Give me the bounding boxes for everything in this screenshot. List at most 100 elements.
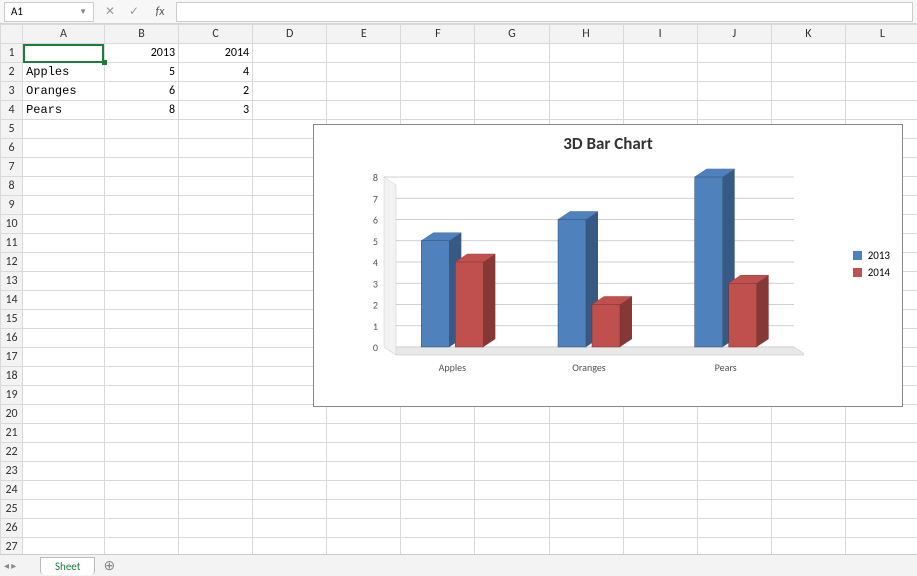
cell[interactable] <box>475 481 549 500</box>
cell[interactable] <box>845 481 917 500</box>
row-header[interactable]: 25 <box>1 500 23 519</box>
cell[interactable] <box>104 481 178 500</box>
sheet-tab[interactable]: Sheet <box>40 557 95 575</box>
cell[interactable] <box>179 405 253 424</box>
cell[interactable] <box>104 291 178 310</box>
cell[interactable] <box>104 215 178 234</box>
cell[interactable] <box>549 519 623 538</box>
cell[interactable] <box>104 386 178 405</box>
cell[interactable] <box>475 424 549 443</box>
cell[interactable] <box>697 538 771 555</box>
cell[interactable] <box>845 424 917 443</box>
column-header[interactable]: L <box>845 25 917 44</box>
cell[interactable]: 8 <box>104 101 178 120</box>
cell[interactable] <box>771 538 845 555</box>
cell[interactable] <box>179 120 253 139</box>
cell[interactable] <box>23 158 105 177</box>
cell[interactable] <box>401 63 475 82</box>
cell[interactable] <box>23 234 105 253</box>
column-header[interactable]: I <box>623 25 697 44</box>
cell[interactable] <box>845 538 917 555</box>
cell[interactable] <box>23 253 105 272</box>
row-header[interactable]: 8 <box>1 177 23 196</box>
row-header[interactable]: 19 <box>1 386 23 405</box>
cell[interactable] <box>327 101 401 120</box>
cell[interactable] <box>179 272 253 291</box>
cell[interactable] <box>401 538 475 555</box>
column-header[interactable]: K <box>771 25 845 44</box>
accept-icon[interactable]: ✓ <box>122 4 146 19</box>
cell[interactable] <box>104 120 178 139</box>
cell[interactable] <box>623 538 697 555</box>
cell[interactable] <box>179 329 253 348</box>
cell[interactable] <box>104 405 178 424</box>
cell[interactable] <box>623 481 697 500</box>
cell[interactable] <box>253 462 327 481</box>
cell[interactable] <box>327 519 401 538</box>
cell[interactable] <box>549 500 623 519</box>
cell[interactable] <box>23 424 105 443</box>
cell[interactable]: 3 <box>179 101 253 120</box>
cell[interactable] <box>179 253 253 272</box>
cell[interactable] <box>23 538 105 555</box>
cell[interactable] <box>253 63 327 82</box>
cell[interactable] <box>23 44 105 63</box>
cell[interactable] <box>475 462 549 481</box>
cell[interactable] <box>104 158 178 177</box>
cell[interactable] <box>179 386 253 405</box>
cell[interactable] <box>179 234 253 253</box>
cell[interactable] <box>623 44 697 63</box>
cell[interactable] <box>104 500 178 519</box>
cell[interactable] <box>549 462 623 481</box>
row-header[interactable]: 11 <box>1 234 23 253</box>
spreadsheet[interactable]: ABCDEFGHIJKL1201320142Apples543Oranges62… <box>0 24 917 554</box>
cell[interactable]: Oranges <box>23 82 105 101</box>
row-header[interactable]: 27 <box>1 538 23 555</box>
cell[interactable] <box>23 196 105 215</box>
cell[interactable] <box>23 329 105 348</box>
cell[interactable]: 2013 <box>104 44 178 63</box>
cell[interactable] <box>401 462 475 481</box>
cell[interactable] <box>401 481 475 500</box>
cell[interactable] <box>23 500 105 519</box>
cell[interactable] <box>104 367 178 386</box>
column-header[interactable]: F <box>401 25 475 44</box>
formula-input[interactable] <box>176 2 913 22</box>
cell[interactable] <box>697 462 771 481</box>
cell[interactable] <box>771 462 845 481</box>
cell[interactable] <box>104 196 178 215</box>
cell[interactable] <box>845 405 917 424</box>
fx-icon[interactable]: fx <box>148 5 172 19</box>
cell[interactable]: 2014 <box>179 44 253 63</box>
cell[interactable] <box>697 101 771 120</box>
cell[interactable] <box>253 500 327 519</box>
row-header[interactable]: 26 <box>1 519 23 538</box>
column-header[interactable]: C <box>179 25 253 44</box>
cell[interactable] <box>253 481 327 500</box>
cell[interactable] <box>623 443 697 462</box>
cell[interactable] <box>179 158 253 177</box>
cell[interactable] <box>179 177 253 196</box>
cell[interactable] <box>845 462 917 481</box>
cell[interactable] <box>549 44 623 63</box>
cell[interactable] <box>401 405 475 424</box>
cell[interactable] <box>179 291 253 310</box>
cell[interactable] <box>845 519 917 538</box>
cell[interactable] <box>104 329 178 348</box>
row-header[interactable]: 24 <box>1 481 23 500</box>
cell[interactable] <box>23 291 105 310</box>
cell[interactable] <box>697 519 771 538</box>
column-header[interactable]: D <box>253 25 327 44</box>
row-header[interactable]: 16 <box>1 329 23 348</box>
cell[interactable] <box>179 310 253 329</box>
cell[interactable] <box>327 481 401 500</box>
cell[interactable] <box>771 424 845 443</box>
cell[interactable] <box>23 405 105 424</box>
cell[interactable] <box>697 481 771 500</box>
cell[interactable] <box>23 215 105 234</box>
cell[interactable] <box>104 253 178 272</box>
cell[interactable] <box>401 500 475 519</box>
add-sheet-icon[interactable]: ⊕ <box>99 557 119 574</box>
row-header[interactable]: 4 <box>1 101 23 120</box>
cell[interactable] <box>771 63 845 82</box>
